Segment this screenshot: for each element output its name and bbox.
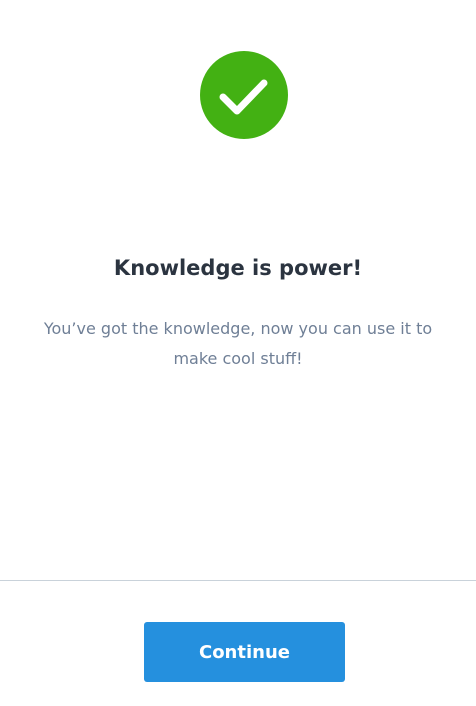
footer-divider xyxy=(0,580,476,581)
checkmark-icon xyxy=(219,79,268,115)
success-checkmark-icon xyxy=(200,51,288,139)
success-message: You’ve got the knowledge, now you can us… xyxy=(43,319,433,368)
continue-button[interactable]: Continue xyxy=(144,622,345,682)
page-title: Knowledge is power! xyxy=(113,256,363,280)
